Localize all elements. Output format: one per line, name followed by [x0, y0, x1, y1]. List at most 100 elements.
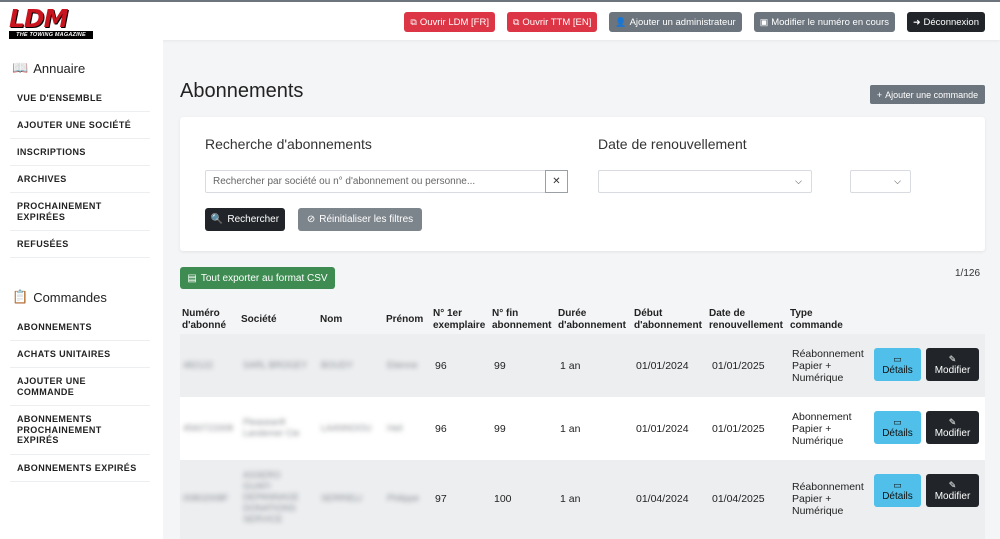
renewal-year-select[interactable]: ⌵: [850, 170, 911, 193]
type-line: Papier +: [792, 423, 832, 435]
sidebar-item-subs-expiring[interactable]: ABONNEMENTS PROCHAINEMENT EXPIRÉS: [10, 406, 150, 455]
sidebar-item-unit-purchases[interactable]: ACHATS UNITAIRES: [10, 341, 150, 368]
th-line: Date de: [709, 308, 746, 319]
logo-sub: THE TOWING MAGAZINE: [9, 31, 93, 39]
th-duree: Durée d'abonnement: [558, 308, 626, 332]
plus-icon: +: [876, 89, 883, 100]
sidebar-item-archives[interactable]: ARCHIVES: [10, 166, 150, 193]
sidebar-item-add-order[interactable]: AJOUTER UNE COMMANDE: [10, 368, 150, 406]
sidebar-section-commandes: 📋 Commandes: [12, 289, 107, 305]
ban-icon: ⊘: [306, 214, 316, 225]
cell-fin: 99: [494, 360, 506, 372]
add-admin-label: Ajouter un administrateur: [629, 16, 736, 28]
book-open-icon: 📖: [12, 60, 29, 75]
cell-nom: BOUDY: [321, 360, 354, 370]
cell-type: Réabonnement Papier + Numérique: [792, 348, 864, 384]
logout-button[interactable]: ➜ Déconnexion: [906, 12, 985, 32]
renewal-month-select[interactable]: ⌵: [598, 170, 812, 193]
renewal-title: Date de renouvellement: [598, 136, 747, 152]
type-line: Papier +: [792, 360, 832, 372]
th-line: Début: [634, 308, 663, 319]
search-input[interactable]: Rechercher par société ou n° d'abonnemen…: [205, 170, 546, 193]
edit-icon: ✎: [948, 416, 957, 427]
reset-filters-button[interactable]: ⊘ Réinitialiser les filtres: [298, 208, 422, 231]
clear-search-button[interactable]: ✕: [545, 170, 568, 193]
societe-line: SERVICE: [243, 514, 283, 524]
sidebar-item-expiring[interactable]: PROCHAINEMENT EXPIRÉES: [10, 193, 150, 231]
details-label: Détails: [882, 364, 913, 376]
ldm-logo[interactable]: LDM THE TOWING MAGAZINE: [9, 4, 99, 39]
search-title: Recherche d'abonnements: [205, 136, 372, 152]
sidebar-item-registrations[interactable]: INSCRIPTIONS: [10, 139, 150, 166]
add-order-button[interactable]: + Ajouter une commande: [870, 85, 985, 104]
th-line: exemplaire: [433, 320, 486, 331]
details-button[interactable]: ▭ Détails: [874, 474, 921, 507]
open-ldm-button[interactable]: ⧉ Ouvrir LDM [FR]: [404, 12, 495, 32]
open-ttm-button[interactable]: ⧉ Ouvrir TTM [EN]: [506, 12, 598, 32]
modify-label: Modifier: [934, 364, 971, 376]
cell-nom: LAANNOOU: [321, 423, 372, 433]
sidebar-item-label: AJOUTER UNE COMMANDE: [17, 376, 86, 397]
cell-premier: 97: [435, 493, 447, 505]
cell-societe: ASSERO GUAFI DEPANNAGE DONATIONS SERVICE: [243, 470, 299, 525]
table-row: 4560723308 Pleaseanft Landemer Cie LAANN…: [180, 397, 985, 460]
th-line: Prénom: [386, 314, 424, 325]
societe-line: GUAFI: [243, 481, 271, 491]
search-button[interactable]: 🔍 Rechercher: [205, 208, 285, 231]
details-label: Détails: [882, 427, 913, 439]
sidebar-section-title: Commandes: [33, 289, 107, 305]
cell-societe: SARL BROGEY: [243, 360, 308, 370]
th-renouv: Date de renouvellement: [709, 308, 783, 332]
table-row: 482122 SARL BROGEY BOUDY Etienne 96 99 1…: [180, 334, 985, 397]
chevron-down-icon: ⌵: [795, 176, 802, 186]
close-icon: ✕: [552, 176, 561, 187]
details-button[interactable]: ▭ Détails: [874, 348, 921, 381]
edit-issue-button[interactable]: ▣ Modifier le numéro en cours: [753, 12, 895, 32]
cell-renouv: 01/04/2025: [712, 493, 765, 505]
societe-line: Pleaseanft: [243, 417, 286, 427]
cell-prenom: Philippe: [387, 493, 420, 503]
modify-button[interactable]: ✎ Modifier: [926, 474, 979, 507]
th-line: d'abonnement: [634, 320, 702, 331]
societe-line: DONATIONS: [243, 503, 296, 513]
details-button[interactable]: ▭ Détails: [874, 411, 921, 444]
modify-button[interactable]: ✎ Modifier: [926, 411, 979, 444]
add-order-label: Ajouter une commande: [885, 89, 979, 100]
th-line: Société: [241, 314, 277, 325]
chevron-down-icon: ⌵: [894, 176, 901, 186]
open-ldm-label: Ouvrir LDM [FR]: [419, 16, 489, 28]
th-line: commande: [790, 320, 843, 331]
user-plus-icon: 👤: [615, 16, 627, 27]
sidebar-item-refused[interactable]: REFUSÉES: [10, 231, 150, 258]
cell-numero: 00802008F: [183, 493, 229, 503]
table-row: 00802008F ASSERO GUAFI DEPANNAGE DONATIO…: [180, 460, 985, 539]
modify-button[interactable]: ✎ Modifier: [926, 348, 979, 381]
sidebar-item-overview[interactable]: VUE D'ENSEMBLE: [10, 85, 150, 112]
sidebar-item-subscriptions[interactable]: ABONNEMENTS: [10, 314, 150, 341]
type-line: Réabonnement: [792, 481, 864, 493]
edit-icon: ✎: [948, 353, 957, 364]
sidebar-item-add-company[interactable]: AJOUTER UNE SOCIÉTÉ: [10, 112, 150, 139]
th-line: Type: [790, 308, 813, 319]
add-admin-button[interactable]: 👤 Ajouter un administrateur: [609, 12, 742, 32]
sidebar-section-title: Annuaire: [33, 60, 86, 76]
sidebar-annuaire-list: VUE D'ENSEMBLE AJOUTER UNE SOCIÉTÉ INSCR…: [10, 85, 150, 258]
cell-fin: 99: [494, 423, 506, 435]
id-card-icon: ▭: [893, 353, 902, 364]
sidebar-item-label: REFUSÉES: [17, 238, 69, 249]
cell-debut: 01/01/2024: [636, 423, 689, 435]
reset-filters-label: Réinitialiser les filtres: [319, 214, 414, 225]
sidebar-item-label: ABONNEMENTS: [17, 321, 92, 332]
th-nom: Nom: [320, 314, 342, 326]
societe-line: ASSERO: [243, 470, 281, 480]
cell-duree: 1 an: [560, 360, 581, 372]
th-line: Durée: [558, 308, 587, 319]
sidebar-item-subs-expired[interactable]: ABONNEMENTS EXPIRÉS: [10, 455, 150, 482]
logo-main: LDM: [9, 4, 69, 33]
cell-duree: 1 an: [560, 423, 581, 435]
th-premier: N° 1er exemplaire: [433, 308, 485, 332]
edit-issue-label: Modifier le numéro en cours: [771, 16, 889, 28]
export-csv-button[interactable]: ▤ Tout exporter au format CSV: [180, 267, 335, 289]
cell-prenom: Heil: [387, 423, 403, 433]
th-line: abonnement: [492, 320, 552, 331]
